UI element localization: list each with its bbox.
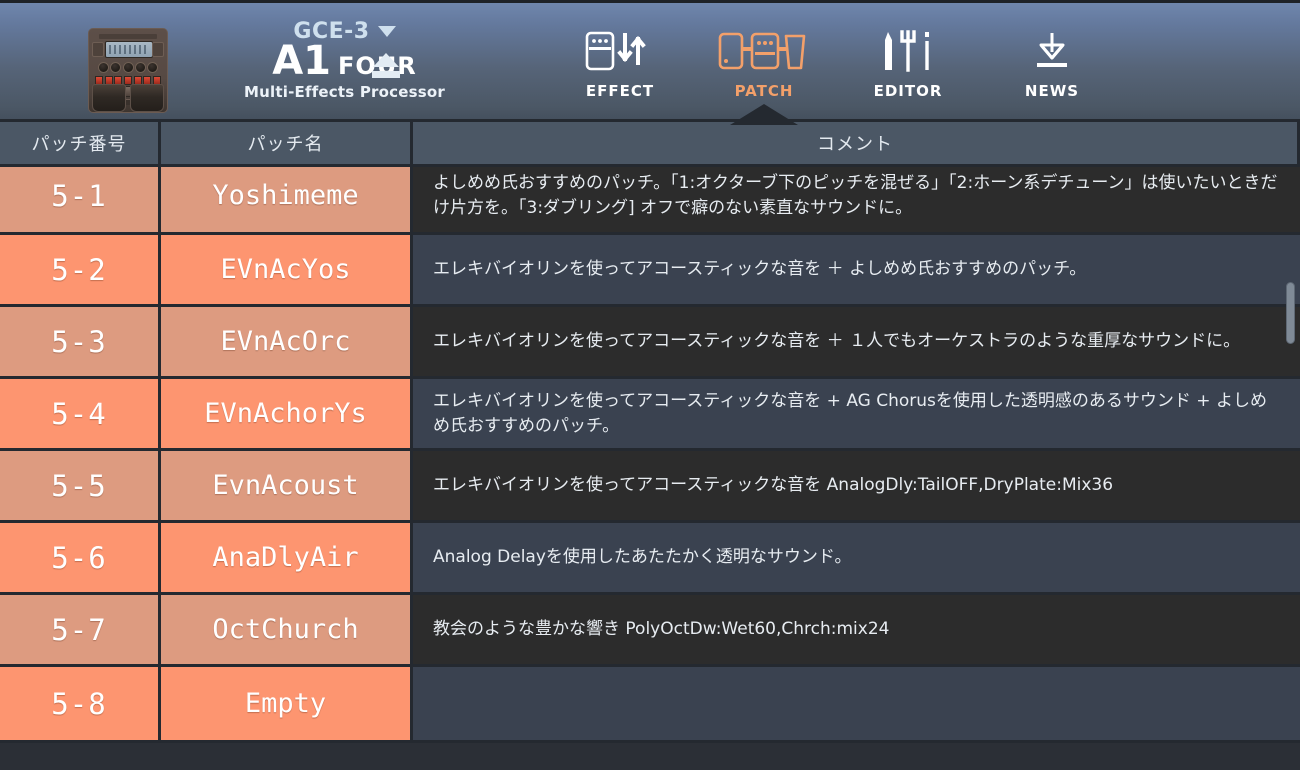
eject-bar bbox=[372, 71, 400, 78]
patch-name-cell[interactable]: EVnAcYos bbox=[161, 235, 413, 307]
device-brand-strip bbox=[99, 34, 157, 39]
patch-comment-cell[interactable] bbox=[413, 667, 1300, 743]
model-name-label: A1 bbox=[272, 38, 332, 84]
effect-pedal-transfer-icon bbox=[585, 25, 655, 77]
patch-name-cell[interactable]: EvnAcoust bbox=[161, 451, 413, 523]
patch-number-cell[interactable]: 5-7 bbox=[0, 595, 161, 667]
table-row[interactable]: 5-5 EvnAcoust エレキバイオリンを使ってアコースティックな音を Anal… bbox=[0, 451, 1300, 523]
patch-number-cell[interactable]: 5-1 bbox=[0, 167, 161, 235]
patch-table[interactable]: 5-1 Yoshimeme よしめめ氏おすすめのパッチ。「1:オクターブ下のピッチを… bbox=[0, 167, 1300, 770]
device-left-button bbox=[92, 42, 104, 57]
table-row[interactable]: 5-4 EVnAchorYs エレキバイオリンを使ってアコースティックな音を + A… bbox=[0, 379, 1300, 451]
table-row[interactable]: 5-2 EVnAcYos エレキバイオリンを使ってアコースティックな音を ＋ よしめ… bbox=[0, 235, 1300, 307]
multi-effects-pedal-thumbnail bbox=[88, 28, 168, 113]
nav-label-editor: EDITOR bbox=[873, 82, 943, 100]
patch-number-cell[interactable]: 5-6 bbox=[0, 523, 161, 595]
active-tab-indicator bbox=[730, 104, 798, 125]
patch-chain-icon bbox=[718, 25, 810, 77]
patch-name-cell[interactable]: EVnAchorYs bbox=[161, 379, 413, 451]
download-arrow-icon bbox=[1029, 25, 1075, 77]
patch-name-cell[interactable]: Yoshimeme bbox=[161, 167, 413, 235]
patch-comment-cell[interactable]: エレキバイオリンを使ってアコースティックな音を AnalogDly:TailOF… bbox=[413, 451, 1300, 523]
model-info: GCE-3 A1 FOUR Multi-Effects Processor bbox=[182, 19, 507, 101]
main-nav: EFFECT PATCH EDITOR NEWS bbox=[548, 25, 1124, 125]
model-name-row: A1 FOUR bbox=[182, 41, 507, 81]
patch-comment-cell[interactable]: Analog Delayを使用したあたたかく透明なサウンド。 bbox=[413, 523, 1300, 595]
patch-name-cell[interactable]: AnaDlyAir bbox=[161, 523, 413, 595]
patch-number-cell[interactable]: 5-4 bbox=[0, 379, 161, 451]
patch-number-cell[interactable]: 5-8 bbox=[0, 667, 161, 743]
eject-triangle bbox=[373, 53, 399, 67]
table-row[interactable]: 5-6 AnaDlyAir Analog Delayを使用したあたたかく透明なサウン… bbox=[0, 523, 1300, 595]
patch-number-cell[interactable]: 5-5 bbox=[0, 451, 161, 523]
patch-comment-cell[interactable]: よしめめ氏おすすめのパッチ。「1:オクターブ下のピッチを混ぜる」「2:ホーン系デ… bbox=[413, 167, 1300, 235]
table-row[interactable]: 5-1 Yoshimeme よしめめ氏おすすめのパッチ。「1:オクターブ下のピッチを… bbox=[0, 167, 1300, 235]
table-column-headers: パッチ番号 パッチ名 コメント bbox=[0, 122, 1300, 167]
device-right-button bbox=[152, 42, 164, 57]
device-knob-row bbox=[98, 62, 158, 73]
patch-comment-cell[interactable]: エレキバイオリンを使ってアコースティックな音を ＋ よしめめ氏おすすめのパッチ。 bbox=[413, 235, 1300, 307]
nav-label-patch: PATCH bbox=[734, 82, 794, 100]
patch-comment-cell[interactable]: 教会のような豊かな響き PolyOctDw:Wet60,Chrch:mix24 bbox=[413, 595, 1300, 667]
patch-table-rows: 5-1 Yoshimeme よしめめ氏おすすめのパッチ。「1:オクターブ下のピッチを… bbox=[0, 167, 1300, 743]
table-row[interactable]: 5-7 OctChurch 教会のような豊かな響き PolyOctDw:Wet60,… bbox=[0, 595, 1300, 667]
nav-item-editor[interactable]: EDITOR bbox=[836, 25, 980, 100]
tools-icon bbox=[880, 25, 936, 77]
patch-name-cell[interactable]: Empty bbox=[161, 667, 413, 743]
nav-item-effect[interactable]: EFFECT bbox=[548, 25, 692, 100]
vertical-scrollbar[interactable] bbox=[1286, 282, 1295, 344]
model-subtitle: Multi-Effects Processor bbox=[244, 83, 445, 101]
device-footswitch-left bbox=[92, 84, 126, 112]
patch-number-cell[interactable]: 5-2 bbox=[0, 235, 161, 307]
column-header-comment[interactable]: コメント bbox=[413, 122, 1300, 167]
nav-item-news[interactable]: NEWS bbox=[980, 25, 1124, 100]
table-row[interactable]: 5-8 Empty bbox=[0, 667, 1300, 743]
device-footswitch-right bbox=[130, 84, 164, 112]
table-row[interactable]: 5-3 EVnAcOrc エレキバイオリンを使ってアコースティックな音を ＋ １人で… bbox=[0, 307, 1300, 379]
patch-comment-cell[interactable]: エレキバイオリンを使ってアコースティックな音を + AG Chorusを使用した… bbox=[413, 379, 1300, 451]
column-header-name[interactable]: パッチ名 bbox=[161, 122, 413, 167]
app-header: GCE-3 A1 FOUR Multi-Effects Processor EF… bbox=[0, 0, 1300, 125]
patch-name-cell[interactable]: OctChurch bbox=[161, 595, 413, 667]
nav-label-effect: EFFECT bbox=[585, 82, 655, 100]
nav-label-news: NEWS bbox=[1024, 82, 1080, 100]
eject-icon[interactable] bbox=[370, 53, 402, 89]
device-thumbnail[interactable] bbox=[88, 28, 168, 113]
column-header-number[interactable]: パッチ番号 bbox=[0, 122, 161, 167]
nav-item-patch[interactable]: PATCH bbox=[692, 25, 836, 125]
chevron-down-icon[interactable] bbox=[377, 26, 396, 37]
device-lcd-screen bbox=[105, 41, 153, 58]
patch-name-cell[interactable]: EVnAcOrc bbox=[161, 307, 413, 379]
patch-number-cell[interactable]: 5-3 bbox=[0, 307, 161, 379]
patch-comment-cell[interactable]: エレキバイオリンを使ってアコースティックな音を ＋ １人でもオーケストラのような… bbox=[413, 307, 1300, 379]
